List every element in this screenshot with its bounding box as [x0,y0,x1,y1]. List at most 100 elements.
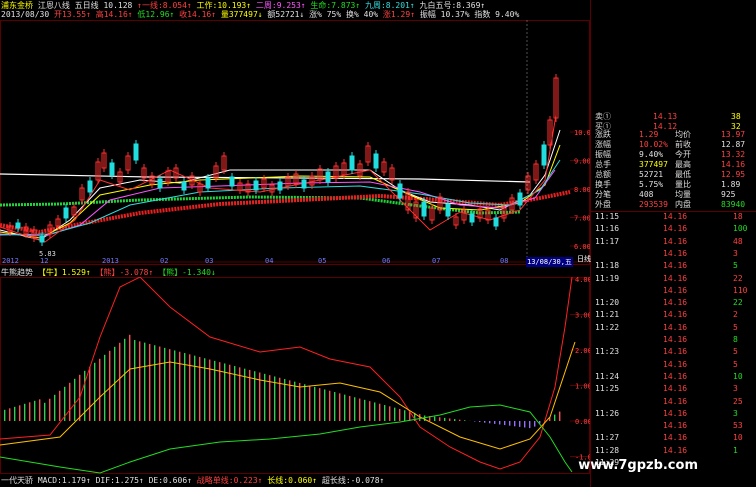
quote-stat-label: 今开 [675,150,691,159]
candle-body-1 [15,222,21,229]
tick-row[interactable]: 11:20 14.16 22 [593,297,755,308]
date-tick-7: 06 [382,257,391,265]
header-item-6: 生命:7.873↑ [305,1,361,10]
tick-row[interactable]: 11:18 14.16 5 [593,260,755,271]
quote-stat-row: 涨跌 1.29 均价 13.97 [593,130,755,140]
histogram-bar-20 [104,354,106,421]
histogram-bar-106 [534,421,536,427]
histogram-bar-21 [109,350,111,421]
candle-body-49 [397,183,403,199]
tick-time: 11:22 [595,322,620,332]
tick-volume: 5 [733,347,738,357]
tick-row[interactable]: 14.16 8 [593,334,755,345]
candle-body-28 [229,176,235,187]
tick-volume: 2 [733,310,738,320]
candle-body-22 [181,181,187,191]
quote-stat-value: 83940 [721,200,746,209]
histogram-bar-98 [494,421,496,424]
quote-stat-label: 内盘 [675,200,691,209]
tick-price: 14.16 [663,335,688,344]
tick-row[interactable]: 11:27 14.16 10 [593,432,755,443]
tick-row[interactable]: 14.16 53 [593,420,755,431]
tick-row[interactable]: 11:15 14.16 18 [593,211,755,222]
trend-line-yellow [0,341,576,450]
date-tick-3: 02 [160,257,169,265]
histogram-bar-76 [384,405,386,421]
tick-row[interactable]: 11:25 14.16 3 [593,383,755,394]
header-stat-9: 涨1.29↑ [378,10,416,19]
period-label: 日线 [577,255,591,263]
tick-row[interactable]: 11:19 14.16 22 [593,273,755,284]
tick-row[interactable]: 11:21 14.16 2 [593,309,755,320]
histogram-bar-88 [444,417,446,421]
tick-row[interactable]: 14.16 110 [593,285,755,296]
tick-row[interactable]: 14.16 25 [593,396,755,407]
quote-stat-label: 均价 [675,130,691,139]
tick-volume: 110 [733,285,748,295]
histogram-bar-27 [139,341,141,421]
tick-row[interactable]: 11:17 14.16 48 [593,236,755,247]
histogram-bar-65 [329,390,331,421]
tick-price: 14.16 [663,384,688,394]
histogram-bar-7 [39,399,41,421]
date-tick-0: 2012 [2,257,19,265]
tick-volume: 5 [733,261,738,271]
tick-time: 11:26 [595,408,620,418]
tick-row[interactable]: 14.16 5 [593,359,755,370]
tick-price: 14.16 [663,347,688,357]
histogram-bar-17 [89,366,91,421]
trend-indicator-chart[interactable]: 4.003.002.001.000.00-1.00 [0,277,590,474]
tick-row[interactable]: 11:28 14.16 1 [593,445,755,456]
date-tick-8: 07 [432,257,441,265]
candle-body-7 [63,207,69,219]
quote-stat-label: 总额 [595,170,611,179]
quote-stat-value: 1.89 [721,180,741,189]
tick-price: 14.16 [663,248,688,258]
histogram-bar-73 [369,401,371,421]
tick-row[interactable]: 14.16 3 [593,248,755,259]
order-book-label: 卖① [595,112,611,121]
header-item-7: 九周:8.201↑ [360,1,415,10]
price-tick-2: 8.00 [574,186,590,194]
histogram-bar-35 [179,351,181,421]
tick-row[interactable]: 11:23 14.16 5 [593,346,755,357]
quote-stat-row: 外盘 293539 内盘 83940 [593,200,755,210]
tick-row[interactable]: 11:26 14.16 3 [593,408,755,419]
quote-stat-value: 14.16 [721,160,746,169]
date-tick-5: 04 [265,257,274,265]
tick-price: 14.16 [663,433,688,443]
quote-stat-value: 13.32 [721,150,746,159]
quote-stat-label: 前收 [675,140,691,149]
candle-body-67 [541,144,547,166]
macd-value-2: DE:0.606↑ [143,476,192,485]
date-tick-9: 08 [500,257,509,265]
tick-row[interactable]: 11:22 14.16 5 [593,322,755,333]
tick-row[interactable]: 11:24 14.16 10 [593,371,755,382]
tick-price: 14.16 [663,285,688,295]
histogram-bar-66 [334,392,336,421]
kline-chart[interactable]: 10.00 9.00 8.00 7.00 6.00 [0,20,590,265]
histogram-bar-67 [339,393,341,421]
tick-time: 11:20 [595,298,620,308]
histogram-bar-37 [189,354,191,421]
histogram-bar-32 [164,347,166,421]
indicator-tick-2: 2.00 [575,347,590,355]
histogram-bar-79 [399,408,401,421]
histogram-bar-0 [4,409,6,421]
header-stat-5: 量377497↓ [216,10,263,19]
indicator-1-header: 牛熊趋势 【牛】1.529↑ 【熊】-3.078↑ 【熊】-1.340↓ [1,268,301,277]
tick-time: 11:28 [595,445,620,455]
candle-body-10 [87,180,93,193]
header-stat-10: 振幅 10.37% [415,10,470,19]
tick-time: 11:24 [595,371,620,381]
histogram-bar-90 [454,419,456,421]
tick-volume: 22 [733,273,743,283]
histogram-bar-75 [379,403,381,421]
tick-time: 11:19 [595,273,620,283]
tick-row[interactable]: 11:16 14.16 100 [593,223,755,234]
chart-frame [0,20,590,265]
histogram-bar-58 [294,381,296,421]
tick-volume: 48 [733,236,743,246]
histogram-bar-31 [159,346,161,421]
histogram-bar-8 [44,402,46,421]
